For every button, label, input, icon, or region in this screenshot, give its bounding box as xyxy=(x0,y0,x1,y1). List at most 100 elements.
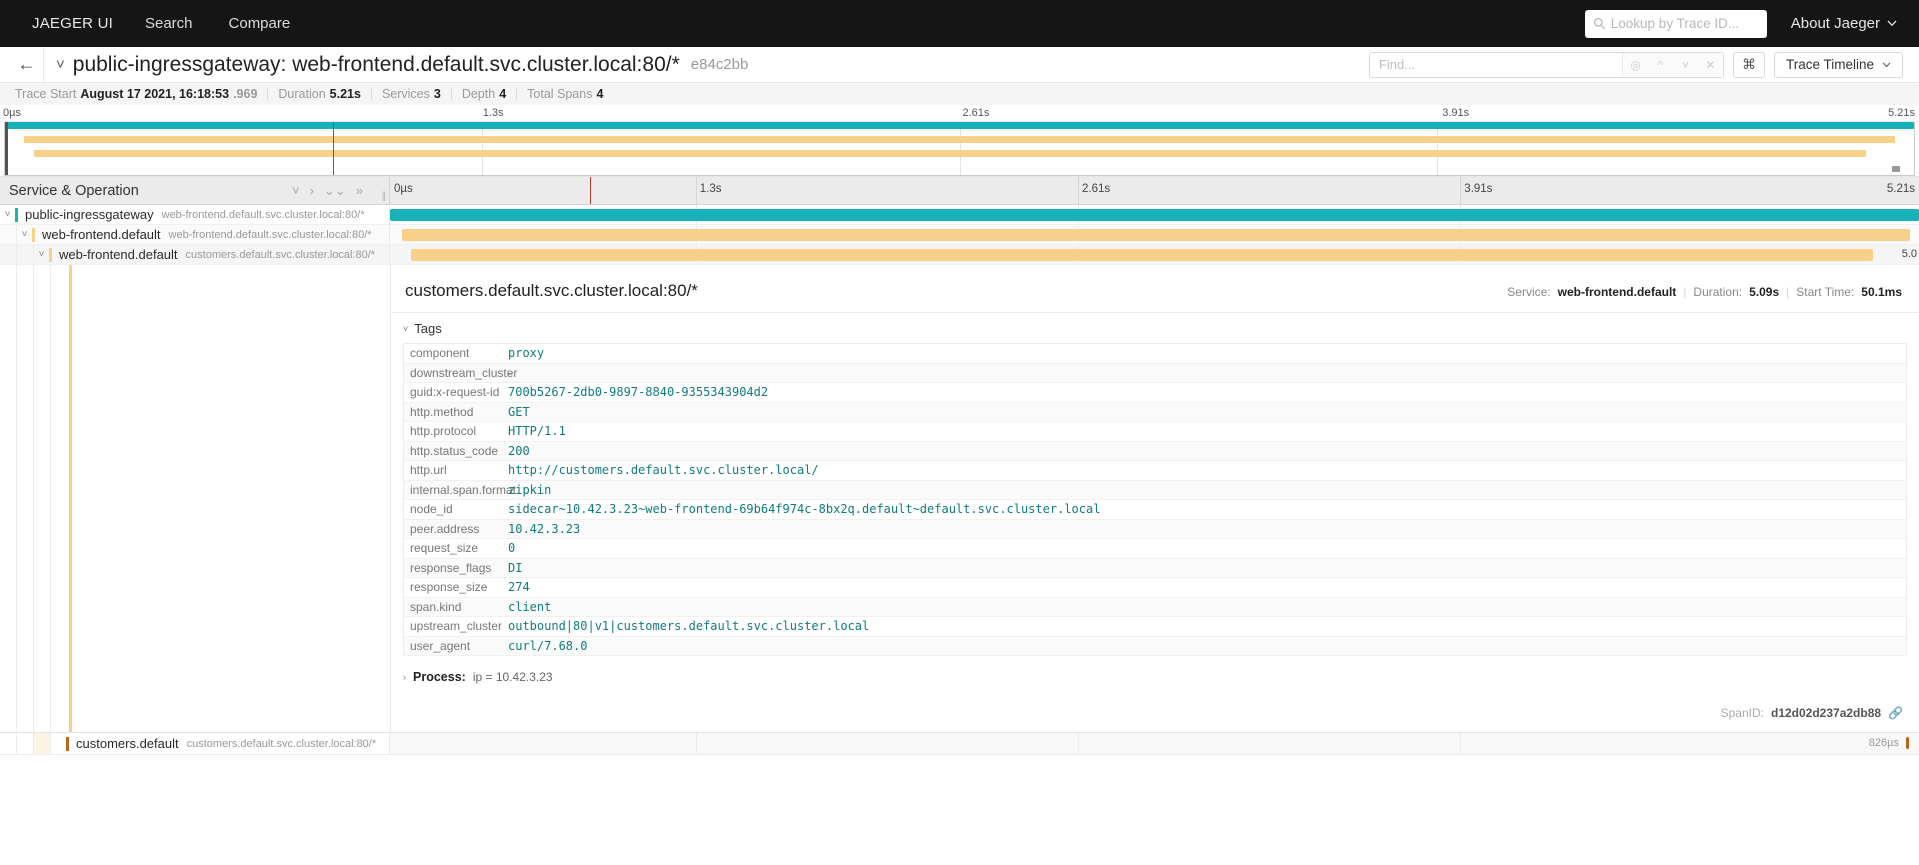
timeline-tick: 5.21s xyxy=(1886,183,1915,195)
table-row[interactable]: customers.default customers.default.svc.… xyxy=(0,733,1919,755)
tag-value: zipkin xyxy=(508,482,552,497)
table-row[interactable]: ˅ web-frontend.default web-frontend.defa… xyxy=(0,225,1919,245)
expand-all-icon[interactable]: » xyxy=(356,183,363,198)
trace-summary-bar: Trace Start August 17 2021, 16:18:53 .96… xyxy=(0,83,1919,105)
span-duration-label: 826µs xyxy=(1868,737,1899,749)
summary-value: 4 xyxy=(499,87,507,101)
service-operation-column-header: Service & Operation ˅ › ⌄⌄ » || xyxy=(0,177,390,204)
trace-minimap[interactable]: 0µs 1.3s 2.61s 3.91s 5.21s xyxy=(0,105,1919,177)
minimap-tick: 2.61s xyxy=(962,107,990,119)
trace-id-lookup[interactable]: Lookup by Trace ID... xyxy=(1584,9,1767,38)
link-icon[interactable]: 🔗 xyxy=(1888,706,1903,720)
summary-value: August 17 2021, 16:18:53 xyxy=(80,87,230,101)
clear-search-icon[interactable]: ✕ xyxy=(1698,53,1723,77)
span-name-cell[interactable]: ˅ public-ingressgateway web-frontend.def… xyxy=(0,205,390,224)
span-operation-name: customers.default.svc.cluster.local:80/* xyxy=(186,737,377,750)
tag-value: 700b5267-2db0-9897-8840-9355343904d2 xyxy=(508,385,769,400)
table-row: downstream_cluster - xyxy=(404,363,1906,383)
span-duration-bar[interactable] xyxy=(1906,737,1909,749)
find-buttons: ◎ ^ ˅ ✕ xyxy=(1621,52,1723,77)
timeline-tick: 3.91s xyxy=(1464,183,1493,195)
span-name-cell[interactable]: customers.default customers.default.svc.… xyxy=(0,733,390,754)
minimap-cursor xyxy=(333,122,335,175)
collapse-all-icon[interactable]: ⌄⌄ xyxy=(324,183,346,199)
column-resize-handle[interactable]: || xyxy=(382,191,386,202)
prev-match-icon[interactable]: ^ xyxy=(1648,53,1673,77)
summary-value: 5.21s xyxy=(329,87,361,101)
table-row: upstream_cluster outbound|80|v1|customer… xyxy=(404,617,1906,637)
minimap-gridline xyxy=(959,122,961,175)
chevron-down-icon: ˅ xyxy=(403,323,409,334)
detail-indent-gutters xyxy=(0,265,390,732)
column-title: Service & Operation xyxy=(9,182,139,199)
minimap-drag-handle-left[interactable] xyxy=(5,122,8,175)
minimap-tick: 1.3s xyxy=(482,107,504,119)
tag-key: http.protocol xyxy=(410,424,477,439)
tag-key: upstream_cluster xyxy=(410,619,503,634)
keyboard-shortcuts-button[interactable]: ⌘ xyxy=(1732,51,1765,78)
process-accordion-toggle[interactable]: › Process: ip = 10.42.3.23 xyxy=(391,656,1919,696)
nav-link-search[interactable]: Search xyxy=(127,15,211,32)
jaeger-brand-link[interactable]: JAEGER UI xyxy=(18,15,127,32)
tag-value: GET xyxy=(508,404,530,419)
view-selector-button[interactable]: Trace Timeline xyxy=(1773,51,1903,78)
top-navbar: JAEGER UI Search Compare Lookup by Trace… xyxy=(0,0,1919,47)
minimap-tick: 0µs xyxy=(3,107,21,119)
focus-icon[interactable]: ◎ xyxy=(1623,53,1648,77)
summary-depth: Depth 4 xyxy=(452,87,516,101)
tag-value: 200 xyxy=(508,443,530,458)
span-expand-caret[interactable]: ˅ xyxy=(17,229,32,240)
span-service-name: public-ingressgateway xyxy=(25,207,154,222)
minimap-drag-handle-right[interactable] xyxy=(1892,166,1900,172)
span-id-row: SpanID: d12d02d237a2db88 🔗 xyxy=(391,696,1919,732)
minimap-tick: 5.21s xyxy=(1888,107,1915,119)
span-duration-bar[interactable] xyxy=(411,249,1874,261)
chevron-down-icon xyxy=(1887,20,1897,27)
span-operation-name: web-frontend.default.svc.cluster.local:8… xyxy=(161,208,365,221)
about-jaeger-label: About Jaeger xyxy=(1790,15,1880,32)
span-expand-caret[interactable]: ˅ xyxy=(34,249,49,260)
summary-services: Services 3 xyxy=(372,87,451,101)
about-jaeger-menu[interactable]: About Jaeger xyxy=(1791,15,1897,32)
indent-guide xyxy=(0,225,17,244)
span-name-cell[interactable]: ˅ web-frontend.default customers.default… xyxy=(0,245,390,264)
span-bar-cell[interactable] xyxy=(390,225,1919,244)
span-duration-bar[interactable] xyxy=(402,229,1910,241)
span-expand-caret[interactable]: ˅ xyxy=(0,209,15,220)
minimap-span-bar xyxy=(24,136,1895,143)
expand-one-icon[interactable]: › xyxy=(310,183,314,198)
table-row: node_id sidecar~10.42.3.23~web-frontend-… xyxy=(404,500,1906,520)
trace-id-label: e84c2bb xyxy=(690,56,749,73)
minimap-body[interactable] xyxy=(4,122,1915,176)
tags-accordion-toggle[interactable]: ˅ Tags xyxy=(391,313,1919,343)
back-arrow-icon[interactable]: ← xyxy=(10,47,44,82)
span-bar-cell[interactable] xyxy=(390,205,1919,224)
collapse-one-icon[interactable]: ˅ xyxy=(292,183,300,198)
tags-table: component proxy downstream_cluster - gui… xyxy=(403,343,1907,656)
summary-label: Services xyxy=(381,87,430,101)
table-row: request_size 0 xyxy=(404,539,1906,559)
collapse-title-chevron-icon[interactable]: ˅ xyxy=(56,56,65,73)
tag-value: curl/7.68.0 xyxy=(508,638,588,653)
nav-link-compare[interactable]: Compare xyxy=(211,15,309,32)
next-match-icon[interactable]: ˅ xyxy=(1673,53,1698,77)
table-row: response_flags DI xyxy=(404,558,1906,578)
detail-operation-title: customers.default.svc.cluster.local:80/* xyxy=(405,281,698,300)
timeline-column-header: Service & Operation ˅ › ⌄⌄ » || 0µs 1.3s… xyxy=(0,177,1919,205)
table-row: span.kind client xyxy=(404,597,1906,617)
span-name-cell[interactable]: ˅ web-frontend.default web-frontend.defa… xyxy=(0,225,390,244)
search-input[interactable] xyxy=(1369,52,1622,77)
span-bar-cell[interactable]: 826µs xyxy=(390,733,1919,754)
minimap-gridline xyxy=(1436,122,1438,175)
table-row: internal.span.format zipkin xyxy=(404,480,1906,500)
timeline-cursor xyxy=(590,177,592,204)
span-duration-bar[interactable] xyxy=(390,209,1919,221)
indent-guide xyxy=(34,733,51,754)
table-row[interactable]: ˅ public-ingressgateway web-frontend.def… xyxy=(0,205,1919,225)
detail-service-value: web-frontend.default xyxy=(1557,285,1677,299)
span-operation-name: customers.default.svc.cluster.local:80/* xyxy=(185,248,376,261)
table-row: peer.address 10.42.3.23 xyxy=(404,519,1906,539)
table-row[interactable]: ˅ web-frontend.default customers.default… xyxy=(0,245,1919,265)
table-row: http.method GET xyxy=(404,402,1906,422)
span-bar-cell[interactable]: 5.0 xyxy=(390,245,1919,264)
